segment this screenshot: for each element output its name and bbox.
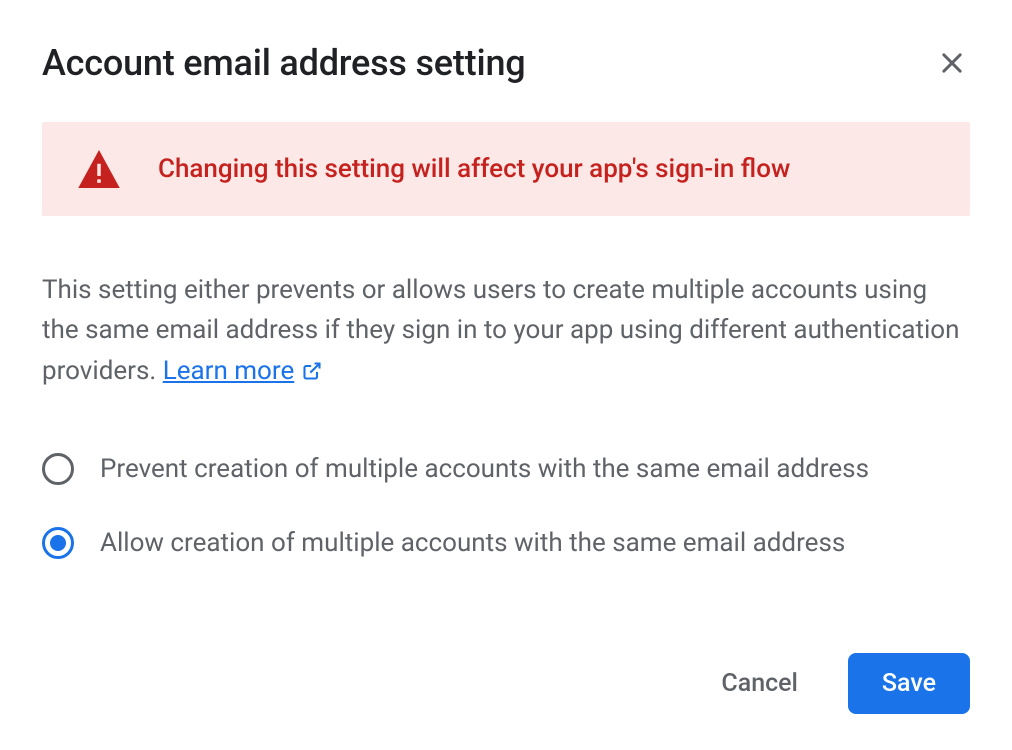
- close-button[interactable]: [934, 45, 970, 81]
- warning-icon: [78, 150, 120, 188]
- dialog-title: Account email address setting: [42, 42, 526, 84]
- cancel-button[interactable]: Cancel: [699, 653, 820, 714]
- radio-button-prevent[interactable]: [42, 453, 74, 485]
- radio-group: Prevent creation of multiple accounts wi…: [42, 453, 970, 559]
- warning-text: Changing this setting will affect your a…: [158, 154, 790, 184]
- radio-option-prevent[interactable]: Prevent creation of multiple accounts wi…: [42, 453, 970, 485]
- dialog-header: Account email address setting: [42, 42, 970, 84]
- radio-label-prevent: Prevent creation of multiple accounts wi…: [100, 454, 869, 484]
- radio-option-allow[interactable]: Allow creation of multiple accounts with…: [42, 527, 970, 559]
- radio-label-allow: Allow creation of multiple accounts with…: [100, 528, 845, 558]
- warning-banner: Changing this setting will affect your a…: [42, 122, 970, 216]
- save-button[interactable]: Save: [848, 653, 970, 714]
- learn-more-link[interactable]: Learn more: [163, 351, 323, 391]
- close-icon: [938, 49, 966, 77]
- dialog-footer: Cancel Save: [42, 653, 970, 714]
- radio-button-allow[interactable]: [42, 527, 74, 559]
- account-email-setting-dialog: Account email address setting Changing t…: [0, 0, 1012, 750]
- description-text: This setting either prevents or allows u…: [42, 270, 970, 391]
- external-link-icon: [302, 361, 322, 381]
